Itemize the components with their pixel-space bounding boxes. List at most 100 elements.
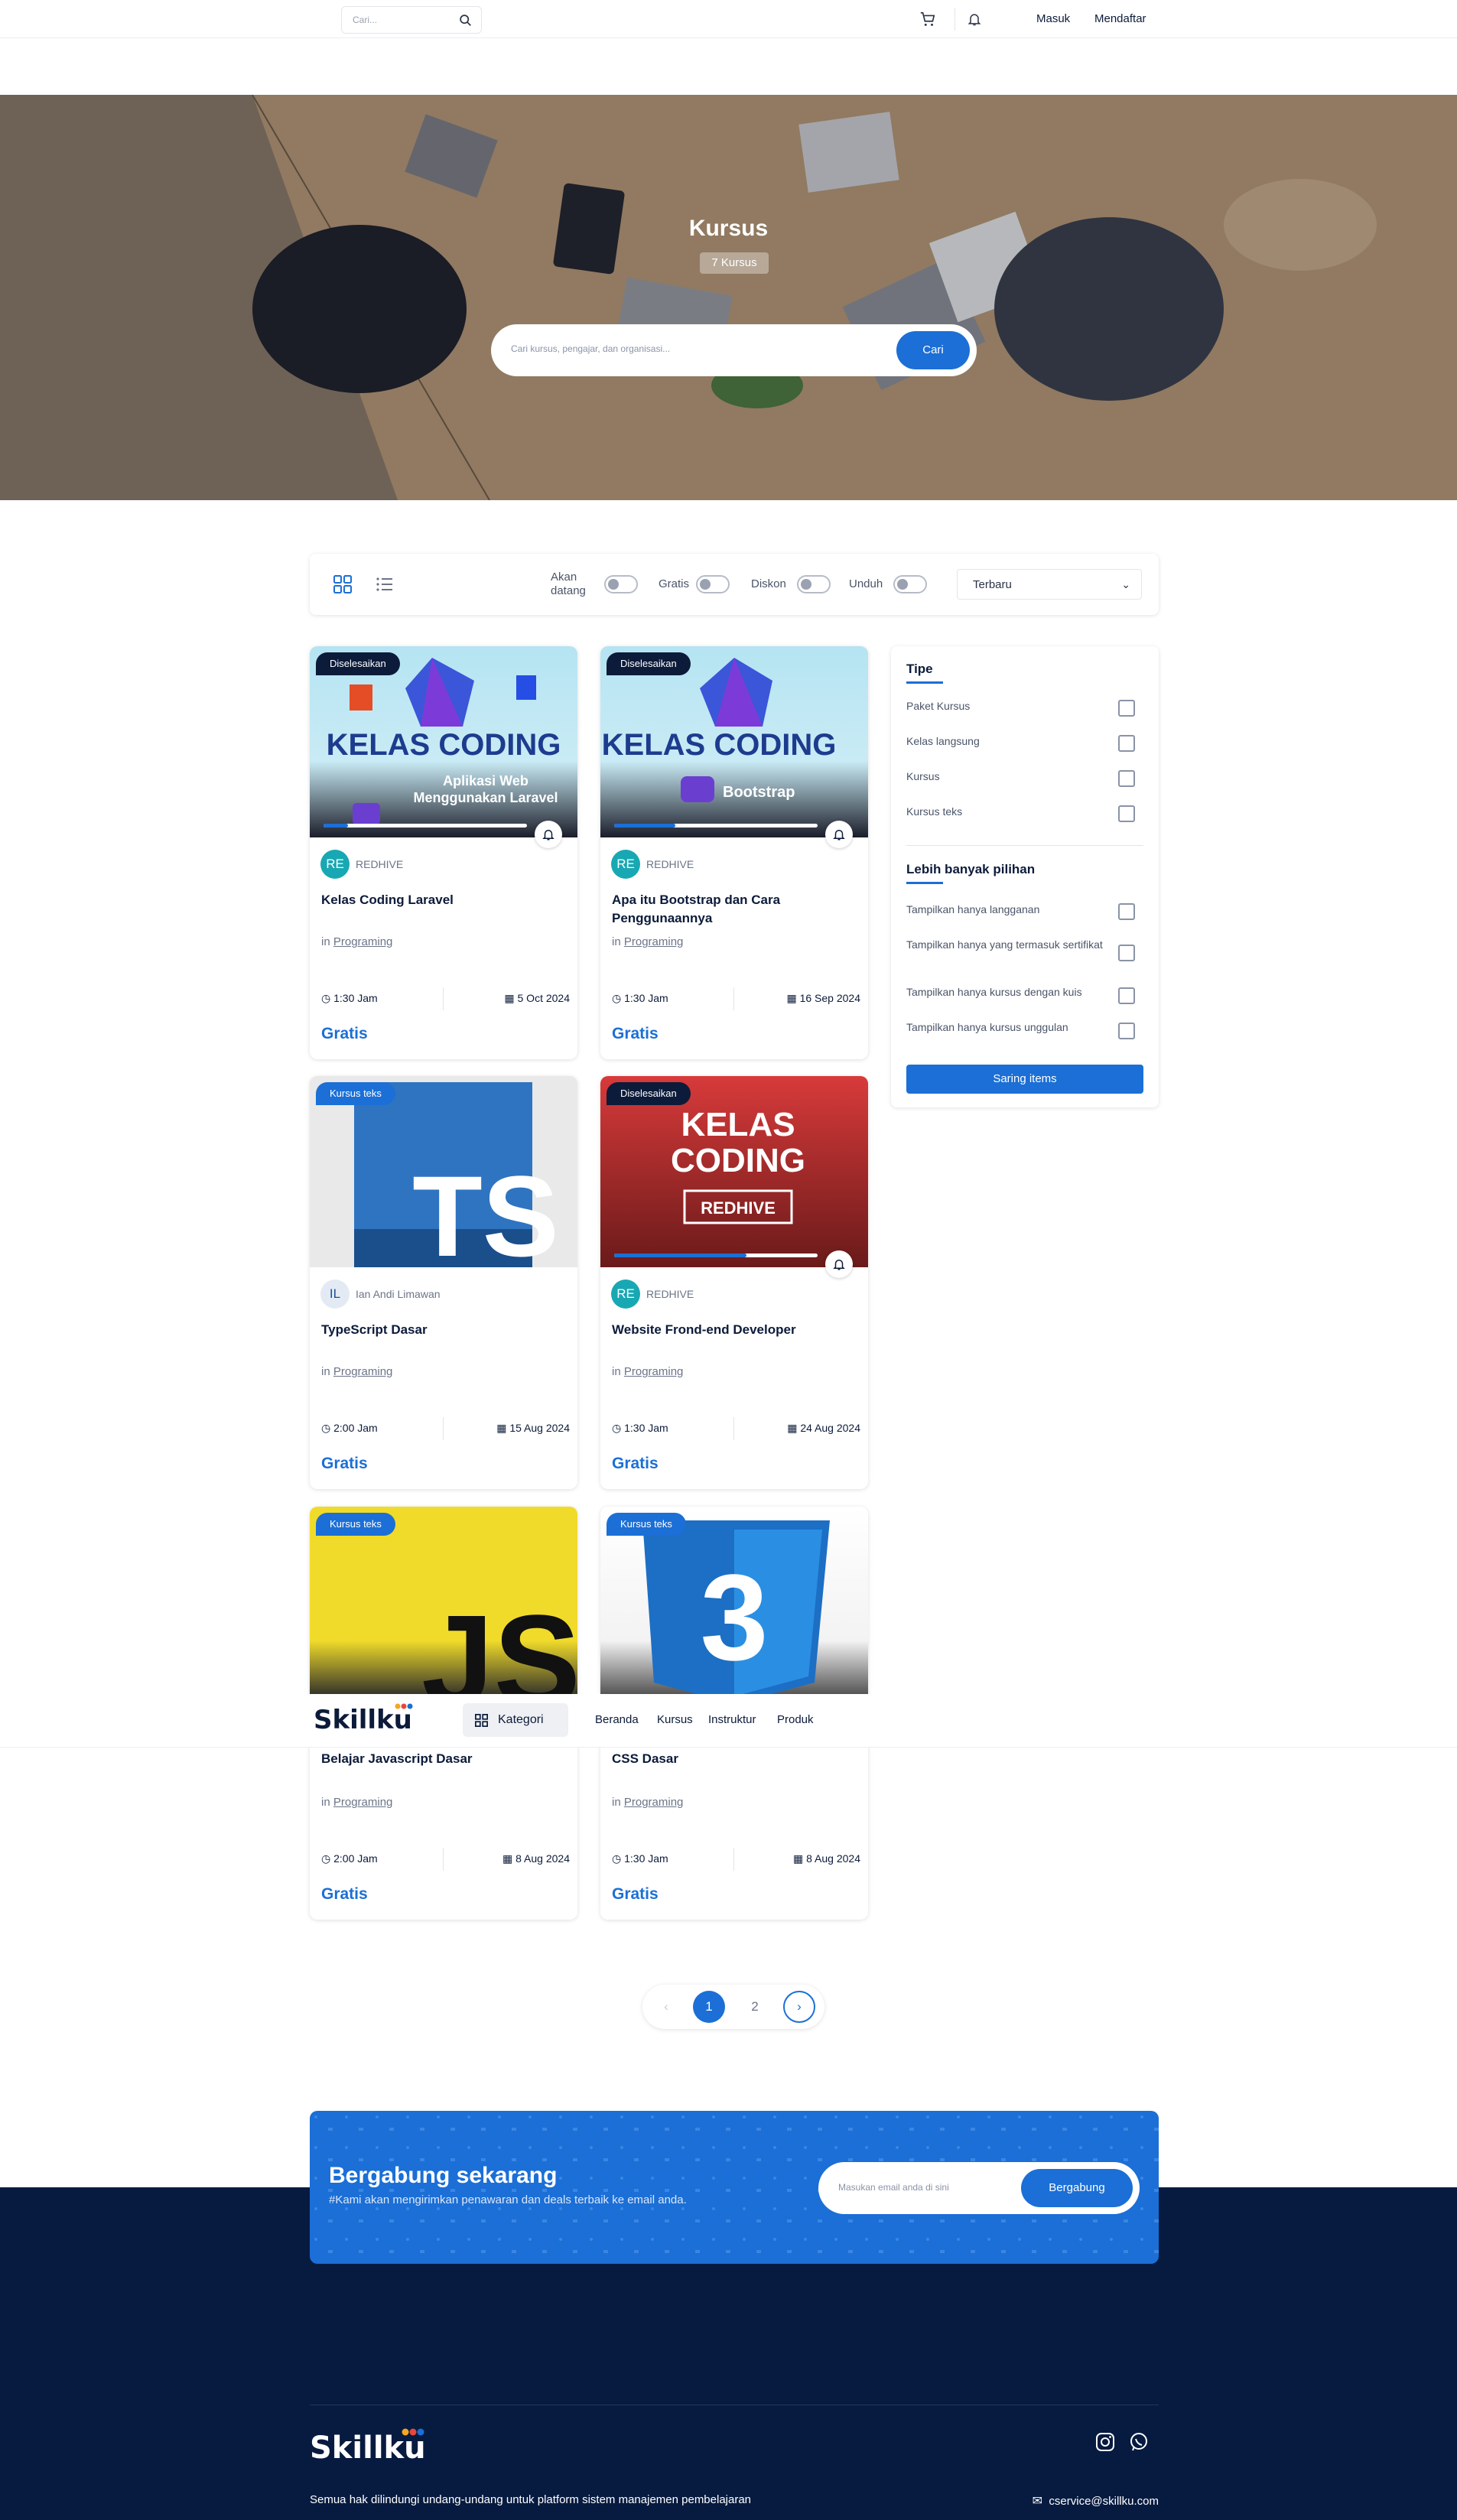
filter-submit-button[interactable]: Saring items: [906, 1065, 1143, 1094]
course-category: in Programing: [321, 1365, 392, 1378]
category-link[interactable]: Programing: [333, 935, 393, 948]
sticky-navbar: Skillku Kategori Beranda Kursus Instrukt…: [0, 1694, 1457, 1748]
search-icon[interactable]: [459, 14, 472, 27]
type-option-checkbox[interactable]: [1118, 770, 1135, 787]
hero-background-photo: [0, 95, 1457, 500]
more-option-checkbox[interactable]: [1118, 987, 1135, 1004]
instructor-name[interactable]: REDHIVE: [356, 858, 403, 870]
category-button[interactable]: Kategori: [463, 1703, 568, 1737]
course-price: Gratis: [321, 1885, 368, 1903]
avatar: IL: [320, 1280, 350, 1309]
status-badge: Diselesaikan: [607, 652, 691, 675]
category-link[interactable]: Programing: [333, 1796, 393, 1809]
course-price: Gratis: [612, 1455, 659, 1472]
category-link[interactable]: Programing: [624, 935, 684, 948]
type-option-checkbox[interactable]: [1118, 735, 1135, 752]
meta-divider: [733, 987, 734, 1010]
duration-value: 1:30 Jam: [333, 992, 378, 1004]
thumb-title: TS: [412, 1152, 559, 1267]
type-option-checkbox[interactable]: [1118, 805, 1135, 822]
course-card[interactable]: KELAS CODING Aplikasi Web Menggunakan La…: [310, 646, 577, 1059]
course-card[interactable]: KELAS CODING Bootstrap Diselesaikan RE R…: [600, 646, 868, 1059]
course-title[interactable]: Website Frond-end Developer: [612, 1321, 857, 1339]
filter-sidebar: Tipe Paket Kursus Kelas langsung Kursus …: [891, 646, 1159, 1107]
meta-divider: [443, 987, 444, 1010]
instructor-name[interactable]: Ian Andi Limawan: [356, 1288, 441, 1300]
category-link[interactable]: Programing: [624, 1796, 684, 1809]
hero-search-button[interactable]: Cari: [896, 331, 970, 369]
course-price: Gratis: [612, 1025, 659, 1042]
page-button[interactable]: 2: [739, 1991, 771, 2023]
course-title[interactable]: Kelas Coding Laravel: [321, 891, 566, 909]
course-title[interactable]: Belajar Javascript Dasar: [321, 1750, 566, 1768]
hero-banner: Kursus 7 Kursus Cari kursus, pengajar, d…: [0, 95, 1457, 500]
prev-page-button[interactable]: ‹: [650, 1991, 682, 2023]
course-title[interactable]: TypeScript Dasar: [321, 1321, 566, 1339]
sidebar-divider: [906, 845, 1143, 846]
course-duration: ◷ 2:00 Jam: [321, 1422, 378, 1435]
thumb-title: JS: [421, 1588, 577, 1698]
nav-courses[interactable]: Kursus: [657, 1713, 693, 1726]
date-value: 15 Aug 2024: [509, 1422, 570, 1434]
course-card[interactable]: TS Kursus teks IL Ian Andi Limawan TypeS…: [310, 1076, 577, 1489]
join-button[interactable]: Bergabung: [1021, 2169, 1133, 2207]
top-search-input[interactable]: Cari...: [341, 6, 482, 34]
clock-icon: ◷: [321, 992, 331, 1004]
nav-instructors[interactable]: Instruktur: [708, 1713, 756, 1726]
notify-button[interactable]: [825, 1250, 853, 1278]
cart-icon[interactable]: [919, 11, 936, 28]
calendar-icon: ▦: [496, 1422, 507, 1434]
course-title[interactable]: CSS Dasar: [612, 1750, 857, 1768]
instructor-name[interactable]: REDHIVE: [646, 858, 694, 870]
course-date: ▦ 8 Aug 2024: [502, 1852, 570, 1865]
more-option-checkbox[interactable]: [1118, 903, 1135, 920]
course-card[interactable]: KELAS CODING REDHIVE Diselesaikan RE RED…: [600, 1076, 868, 1489]
free-toggle[interactable]: [696, 575, 730, 593]
course-title[interactable]: Apa itu Bootstrap dan Cara Penggunaannya: [612, 891, 857, 928]
thumb-subtitle: REDHIVE: [701, 1198, 776, 1218]
download-toggle[interactable]: [893, 575, 927, 593]
upcoming-toggle[interactable]: [604, 575, 638, 593]
course-thumbnail: KELAS CODING Aplikasi Web Menggunakan La…: [310, 646, 577, 837]
duration-value: 1:30 Jam: [624, 1422, 668, 1434]
page-button-current[interactable]: 1: [693, 1991, 725, 2023]
avatar: RE: [611, 850, 640, 879]
more-option-checkbox[interactable]: [1118, 1023, 1135, 1039]
newsletter-email-input[interactable]: Masukan email anda di sini Bergabung: [818, 2162, 1140, 2214]
course-duration: ◷ 1:30 Jam: [321, 992, 378, 1005]
thumb-title: KELAS: [681, 1106, 795, 1143]
more-option-checkbox[interactable]: [1118, 945, 1135, 961]
notify-button[interactable]: [825, 821, 853, 848]
course-category: in Programing: [612, 1796, 683, 1809]
nav-home[interactable]: Beranda: [595, 1713, 639, 1726]
category-link[interactable]: Programing: [333, 1365, 393, 1378]
next-page-button[interactable]: ›: [783, 1991, 815, 2023]
sort-select[interactable]: Terbaru ⌄: [957, 569, 1142, 600]
course-date: ▦ 16 Sep 2024: [786, 992, 860, 1005]
notify-button[interactable]: [535, 821, 562, 848]
nav-products[interactable]: Produk: [777, 1713, 814, 1726]
duration-value: 2:00 Jam: [333, 1422, 378, 1434]
register-link[interactable]: Mendaftar: [1094, 12, 1146, 25]
category-prefix: in: [612, 1365, 621, 1378]
category-link[interactable]: Programing: [624, 1365, 684, 1378]
newsletter-banner: Bergabung sekarang #Kami akan mengirimka…: [310, 2111, 1159, 2264]
logo[interactable]: Skillku: [314, 1705, 412, 1735]
type-option-label: Kursus: [906, 770, 940, 782]
instructor-name[interactable]: REDHIVE: [646, 1288, 694, 1300]
instagram-icon[interactable]: [1095, 2432, 1115, 2452]
status-badge: Diselesaikan: [316, 652, 400, 675]
grid-view-icon[interactable]: [333, 574, 353, 594]
type-option-checkbox[interactable]: [1118, 700, 1135, 717]
footer-email[interactable]: ✉ cservice@skillku.com: [1033, 2493, 1159, 2509]
login-link[interactable]: Masuk: [1036, 12, 1070, 25]
discount-toggle[interactable]: [797, 575, 831, 593]
list-view-icon[interactable]: [375, 574, 395, 594]
course-category: in Programing: [321, 935, 392, 948]
hero-search-input[interactable]: Cari kursus, pengajar, dan organisasi...…: [491, 324, 977, 376]
type-badge: Kursus teks: [316, 1513, 395, 1536]
course-duration: ◷ 1:30 Jam: [612, 1422, 668, 1435]
top-bar: Cari... Masuk Mendaftar: [0, 0, 1457, 38]
notification-bell-icon[interactable]: [967, 11, 982, 28]
whatsapp-icon[interactable]: [1129, 2432, 1149, 2452]
